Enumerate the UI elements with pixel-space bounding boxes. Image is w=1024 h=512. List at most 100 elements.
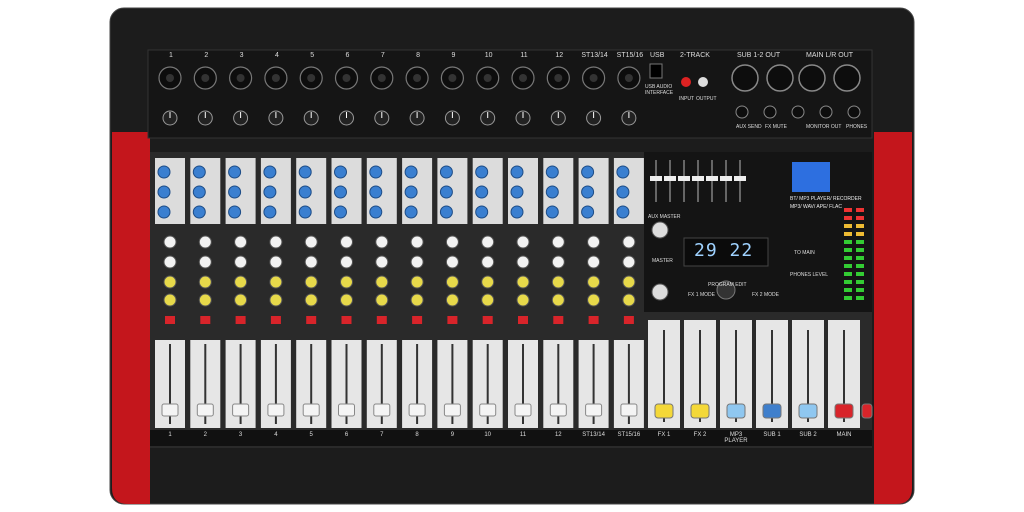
mute-button-8[interactable] xyxy=(412,316,423,324)
geq-slider-0[interactable] xyxy=(650,176,662,181)
send-knob-12-3[interactable] xyxy=(551,293,565,307)
send-knob-1-2[interactable] xyxy=(163,275,177,289)
eq-knob-5-2[interactable] xyxy=(298,205,312,219)
eq-knob-2-2[interactable] xyxy=(192,205,206,219)
eq-knob-9-1[interactable] xyxy=(439,185,453,199)
eq-knob-6-0[interactable] xyxy=(334,165,347,179)
send-knob-2-2[interactable] xyxy=(198,275,212,289)
send-knob-9-1[interactable] xyxy=(445,255,459,269)
eq-knob-9-2[interactable] xyxy=(439,205,453,219)
eq-knob-7-1[interactable] xyxy=(369,185,383,199)
output-fader-cap-4[interactable] xyxy=(798,403,818,419)
eq-knob-6-2[interactable] xyxy=(334,205,347,219)
send-knob-13-0[interactable] xyxy=(587,235,601,249)
send-knob-7-0[interactable] xyxy=(375,235,389,249)
eq-knob-12-0[interactable] xyxy=(545,165,559,179)
send-knob-13-1[interactable] xyxy=(587,255,601,269)
send-knob-10-2[interactable] xyxy=(481,275,495,289)
send-knob-8-0[interactable] xyxy=(410,235,424,249)
eq-knob-1-2[interactable] xyxy=(157,205,171,219)
eq-knob-4-0[interactable] xyxy=(263,165,277,179)
send-knob-2-1[interactable] xyxy=(198,255,212,269)
send-knob-7-3[interactable] xyxy=(375,293,389,307)
send-knob-5-0[interactable] xyxy=(304,235,318,249)
send-knob-1-0[interactable] xyxy=(163,235,177,249)
send-knob-4-2[interactable] xyxy=(269,275,283,289)
mute-button-11[interactable] xyxy=(518,316,528,324)
send-knob-6-3[interactable] xyxy=(340,293,353,307)
geq-slider-6[interactable] xyxy=(734,176,746,181)
eq-knob-8-0[interactable] xyxy=(404,165,418,179)
send-knob-8-2[interactable] xyxy=(410,275,424,289)
output-fader-cap-3[interactable] xyxy=(762,403,782,419)
geq-slider-2[interactable] xyxy=(678,176,690,181)
master-knob[interactable] xyxy=(651,283,669,301)
send-knob-2-3[interactable] xyxy=(198,293,212,307)
geq-slider-4[interactable] xyxy=(706,176,718,181)
eq-knob-14-0[interactable] xyxy=(616,165,630,179)
eq-knob-9-0[interactable] xyxy=(439,165,453,179)
eq-knob-3-1[interactable] xyxy=(228,185,242,199)
output-fader-cap-2[interactable] xyxy=(726,403,746,419)
send-knob-4-3[interactable] xyxy=(269,293,283,307)
send-knob-7-2[interactable] xyxy=(375,275,389,289)
mute-button-3[interactable] xyxy=(235,316,246,324)
eq-knob-7-0[interactable] xyxy=(369,165,383,179)
geq-slider-3[interactable] xyxy=(692,176,704,181)
send-knob-13-3[interactable] xyxy=(587,293,601,307)
eq-knob-12-2[interactable] xyxy=(545,205,559,219)
mute-button-10[interactable] xyxy=(482,316,493,324)
send-knob-10-1[interactable] xyxy=(481,255,495,269)
send-knob-14-3[interactable] xyxy=(622,293,636,307)
send-knob-10-3[interactable] xyxy=(481,293,495,307)
eq-knob-11-1[interactable] xyxy=(510,185,524,199)
mute-button-5[interactable] xyxy=(306,316,317,324)
eq-knob-14-1[interactable] xyxy=(616,185,630,199)
fader-cap-13[interactable] xyxy=(585,403,603,417)
fader-cap-1[interactable] xyxy=(161,403,179,417)
send-knob-10-0[interactable] xyxy=(481,235,495,249)
mute-button-14[interactable] xyxy=(623,316,634,324)
send-knob-8-1[interactable] xyxy=(410,255,424,269)
send-knob-6-2[interactable] xyxy=(340,275,353,289)
eq-knob-8-1[interactable] xyxy=(404,185,418,199)
geq-slider-5[interactable] xyxy=(720,176,732,181)
send-knob-9-0[interactable] xyxy=(445,235,459,249)
send-knob-3-3[interactable] xyxy=(234,293,248,307)
eq-knob-1-1[interactable] xyxy=(157,185,171,199)
send-knob-12-0[interactable] xyxy=(551,235,565,249)
send-knob-5-1[interactable] xyxy=(304,255,318,269)
fader-cap-9[interactable] xyxy=(443,403,461,417)
send-knob-14-2[interactable] xyxy=(622,275,636,289)
send-knob-9-2[interactable] xyxy=(445,275,459,289)
eq-knob-13-1[interactable] xyxy=(581,185,595,199)
fader-cap-8[interactable] xyxy=(408,403,426,417)
fader-cap-4[interactable] xyxy=(267,403,285,417)
send-knob-14-0[interactable] xyxy=(622,235,636,249)
send-knob-11-1[interactable] xyxy=(516,255,530,269)
aux-master-knob[interactable] xyxy=(651,221,669,239)
eq-knob-10-1[interactable] xyxy=(475,185,489,199)
mute-button-1[interactable] xyxy=(165,316,175,324)
eq-knob-11-2[interactable] xyxy=(510,205,524,219)
send-knob-9-3[interactable] xyxy=(445,293,459,307)
output-fader-cap-1[interactable] xyxy=(690,403,710,419)
send-knob-6-1[interactable] xyxy=(340,255,353,269)
main-fader-cap-r[interactable] xyxy=(861,403,873,419)
send-knob-5-3[interactable] xyxy=(304,293,318,307)
fader-cap-11[interactable] xyxy=(514,403,532,417)
send-knob-7-1[interactable] xyxy=(375,255,389,269)
eq-knob-5-1[interactable] xyxy=(298,185,312,199)
output-fader-cap-5[interactable] xyxy=(834,403,854,419)
send-knob-11-2[interactable] xyxy=(516,275,530,289)
send-knob-13-2[interactable] xyxy=(587,275,601,289)
mute-button-12[interactable] xyxy=(553,316,564,324)
eq-knob-14-2[interactable] xyxy=(616,205,630,219)
mute-button-6[interactable] xyxy=(341,316,352,324)
eq-knob-10-2[interactable] xyxy=(475,205,489,219)
send-knob-14-1[interactable] xyxy=(622,255,636,269)
output-fader-cap-0[interactable] xyxy=(654,403,674,419)
eq-knob-1-0[interactable] xyxy=(157,165,171,179)
mute-button-7[interactable] xyxy=(376,316,387,324)
eq-knob-5-0[interactable] xyxy=(298,165,312,179)
